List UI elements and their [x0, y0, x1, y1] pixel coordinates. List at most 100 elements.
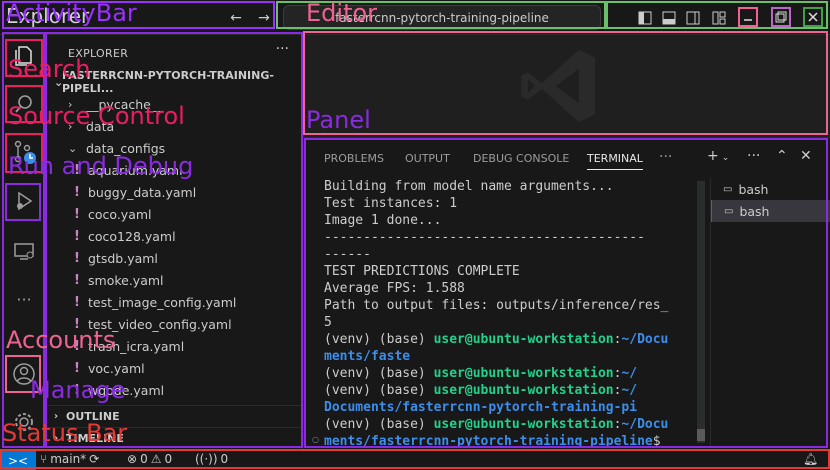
- tree-item[interactable]: ! aquarium.yaml: [48, 159, 303, 181]
- tree-item[interactable]: ! trash_icra.yaml: [48, 335, 303, 357]
- terminal-instance-label: bash: [738, 181, 769, 197]
- panel-tab-problems[interactable]: PROBLEMS: [324, 152, 384, 165]
- restore-window-icon[interactable]: [771, 7, 791, 27]
- terminal-line: (venv) (base) user@ubuntu-workstation:~/: [324, 382, 704, 399]
- terminal-icon: ▭: [724, 205, 734, 217]
- tree-item-label: voc.yaml: [88, 360, 145, 376]
- terminal-instance-list: ▭ bash ▭ bash: [710, 178, 830, 448]
- toggle-panel-icon[interactable]: [658, 7, 680, 29]
- tree-item[interactable]: ! voc.yaml: [48, 357, 303, 379]
- panel-more-icon[interactable]: ···: [747, 148, 760, 164]
- explorer-icon[interactable]: [7, 39, 41, 73]
- sidebar-more-icon[interactable]: ···: [276, 41, 289, 57]
- terminal-line: Path to output files: outputs/inference/…: [324, 297, 704, 314]
- terminal-t: TEST PREDICTIONS COMPLETE: [324, 264, 520, 279]
- minimize-window-icon[interactable]: [738, 7, 758, 27]
- terminal-line: TEST PREDICTIONS COMPLETE: [324, 263, 704, 280]
- terminal-command-decoration-icon: ○: [312, 435, 319, 444]
- workspace-root[interactable]: ⌄ FASTERRCNN-PYTORCH-TRAINING-PIPELI...: [48, 69, 303, 95]
- tree-item[interactable]: ! buggy_data.yaml: [48, 181, 303, 203]
- arrow-right-icon[interactable]: →: [253, 7, 275, 29]
- editor-area[interactable]: [304, 35, 830, 135]
- terminal-t: ------: [324, 247, 371, 262]
- accounts-icon[interactable]: [7, 357, 41, 391]
- tree-item[interactable]: ⌄ data_configs: [48, 137, 303, 159]
- activity-bar: ···: [0, 35, 48, 450]
- terminal-output[interactable]: Building from model name arguments... Tes…: [324, 178, 704, 448]
- outline-section[interactable]: › OUTLINE: [48, 405, 303, 427]
- tree-item[interactable]: ! test_image_config.yaml: [48, 291, 303, 313]
- command-center-text: fasterrcnn-pytorch-training-pipeline: [335, 10, 549, 25]
- close-window-icon[interactable]: [803, 7, 823, 27]
- run-and-debug-icon[interactable]: [7, 184, 41, 218]
- terminal-scrollbar[interactable]: [697, 181, 705, 443]
- toggle-primary-sidebar-icon[interactable]: [634, 7, 656, 29]
- error-count: 0: [140, 452, 148, 466]
- search-icon[interactable]: [7, 87, 41, 121]
- status-bar: >< ⑂ main* ⟳ ⊗ 0 ⚠ 0 ((·)) 0 🔔︎: [0, 450, 830, 470]
- tree-item[interactable]: ! coco128.yaml: [48, 225, 303, 247]
- terminal-t: 5: [324, 315, 332, 330]
- more-views-icon[interactable]: ···: [7, 282, 41, 316]
- tree-item-label: data: [86, 118, 115, 134]
- remote-indicator-icon[interactable]: ><: [0, 451, 36, 470]
- terminal-user: user@ubuntu-workstation: [433, 332, 614, 347]
- tree-item[interactable]: ! smoke.yaml: [48, 269, 303, 291]
- terminal-path: ~/: [621, 366, 638, 381]
- arrow-left-icon[interactable]: ←: [225, 7, 247, 29]
- remote-explorer-icon[interactable]: [7, 234, 41, 268]
- terminal-line: Image 1 done...: [324, 212, 704, 229]
- terminal-env: (venv) (base): [324, 332, 434, 347]
- chevron-right-icon: ›: [68, 97, 73, 111]
- tree-item[interactable]: ! test_video_config.yaml: [48, 313, 303, 335]
- manage-gear-icon[interactable]: [7, 405, 41, 439]
- terminal-line: (venv) (base) user@ubuntu-workstation:~/: [324, 365, 704, 382]
- chevron-right-icon: ›: [54, 433, 59, 444]
- terminal-path: ~/: [621, 383, 638, 398]
- title-bar: Explorer ← → fasterrcnn-pytorch-training…: [0, 0, 830, 35]
- terminal-line: Average FPS: 1.588: [324, 280, 704, 297]
- terminal-t: Image 1 done...: [324, 213, 442, 228]
- tree-item[interactable]: › data: [48, 115, 303, 137]
- terminal-instance[interactable]: ▭ bash: [711, 178, 830, 200]
- tree-item[interactable]: › __pycache__: [48, 93, 303, 115]
- tree-item[interactable]: ! gtsdb.yaml: [48, 247, 303, 269]
- terminal-instance[interactable]: ▭ bash: [711, 200, 830, 222]
- maximize-panel-chevron-up-icon[interactable]: ⌃: [776, 148, 788, 164]
- terminal-scrollbar-thumb[interactable]: [697, 429, 705, 441]
- branch-name: main*: [50, 452, 87, 466]
- tree-item[interactable]: ! wgode.yaml: [48, 379, 303, 401]
- command-center-search[interactable]: fasterrcnn-pytorch-training-pipeline: [283, 5, 601, 30]
- problems-status[interactable]: ⊗ 0 ⚠ 0: [127, 452, 172, 466]
- branch-status[interactable]: ⑂ main* ⟳: [40, 452, 99, 466]
- timeline-section[interactable]: › TIMELINE: [48, 427, 303, 449]
- panel-tab-terminal[interactable]: TERMINAL: [587, 152, 643, 170]
- terminal-path: Documents/fasterrcnn-pytorch-training-pi: [324, 400, 638, 415]
- source-control-icon[interactable]: [7, 135, 41, 169]
- terminal-icon: ▭: [723, 183, 733, 195]
- ports-status[interactable]: ((·)) 0: [195, 452, 228, 466]
- panel-tabs-overflow-icon[interactable]: ···: [659, 149, 672, 165]
- tree-item-label: trash_icra.yaml: [88, 338, 185, 354]
- new-terminal-plus-icon[interactable]: + ⌄: [707, 148, 729, 164]
- error-icon: ⊗: [127, 452, 138, 466]
- panel-tab-output[interactable]: OUTPUT: [405, 152, 450, 165]
- terminal-instance-label: bash: [739, 203, 770, 219]
- terminal-user: user@ubuntu-workstation: [433, 417, 614, 432]
- close-panel-icon[interactable]: ✕: [800, 148, 812, 164]
- terminal-path: ~/Docu: [621, 332, 669, 347]
- customize-layout-icon[interactable]: [708, 7, 730, 29]
- toggle-secondary-sidebar-icon[interactable]: [682, 7, 704, 29]
- chevron-right-icon: ›: [68, 119, 73, 133]
- terminal-t: Building from model name arguments...: [324, 179, 614, 194]
- tree-item-label: gtsdb.yaml: [88, 250, 158, 266]
- yaml-file-icon: !: [74, 206, 80, 222]
- broadcast-icon: ((·)): [195, 452, 218, 466]
- terminal-tail: $: [652, 434, 661, 448]
- panel-tab-debug-console[interactable]: DEBUG CONSOLE: [473, 152, 569, 165]
- tree-item-label: coco.yaml: [88, 206, 152, 222]
- notifications-bell-icon[interactable]: 🔔︎: [803, 452, 818, 466]
- tree-item[interactable]: ! coco.yaml: [48, 203, 303, 225]
- yaml-file-icon: !: [74, 382, 80, 398]
- app-menu-label[interactable]: Explorer: [6, 4, 89, 28]
